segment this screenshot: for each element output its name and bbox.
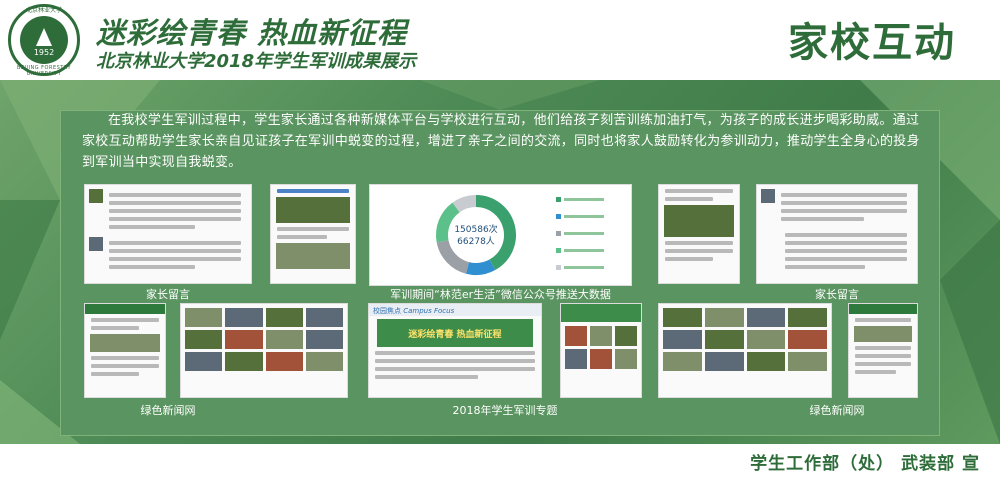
donut-slice — [466, 259, 496, 275]
news-photo — [590, 326, 612, 346]
logo-emblem: 1952 — [20, 16, 68, 64]
parent-message-screenshot-right-1 — [658, 184, 740, 284]
news-photo — [305, 352, 343, 371]
news-photo — [704, 308, 744, 327]
legend-label-line — [564, 249, 604, 252]
green-news-screenshot-left-2 — [180, 303, 348, 398]
news-photo — [265, 330, 303, 349]
news-photo — [615, 349, 637, 369]
intro-paragraph: 在我校学生军训过程中，学生家长通过各种新媒体平台与学校进行互动，他们给孩子刻苦训… — [82, 113, 920, 170]
news-photo — [185, 352, 223, 371]
news-photo — [590, 349, 612, 369]
news-photo — [788, 330, 827, 349]
parent-message-screenshot-right-2 — [756, 184, 918, 284]
training-photo — [664, 205, 734, 237]
campus-focus-tag: 校园焦点 — [373, 307, 401, 315]
tree-icon — [36, 28, 52, 46]
wechat-data-chart: 150586次 66278人 — [369, 184, 632, 286]
center-value-views: 150586次 — [454, 223, 497, 235]
center-value-users: 66278人 — [457, 236, 495, 247]
footer: 学生工作部（处） 武装部 宣 — [0, 444, 1000, 479]
logo-ring-bottom: BEIJING FORESTRY UNIVERSITY — [16, 65, 72, 77]
caption-wechat: 军训期间“林范er生活”微信公众号推送大数据 — [390, 288, 611, 301]
news-photo — [225, 308, 263, 327]
legend-label-line — [564, 266, 604, 269]
wechat-article-screenshot — [270, 184, 356, 284]
news-photo — [265, 308, 303, 327]
news-photo — [663, 308, 702, 327]
news-photo — [90, 334, 160, 352]
news-photo — [185, 308, 223, 327]
caption-parents-right: 家长留言 — [815, 288, 859, 301]
news-photo — [615, 326, 637, 346]
news-photo — [305, 330, 343, 349]
university-logo: 北京林业大学 1952 BEIJING FORESTRY UNIVERSITY — [8, 4, 80, 77]
news-photo — [788, 352, 827, 371]
military-training-special-screenshot: 校园焦点 Campus Focus 迷彩绘青春 热血新征程 — [368, 303, 542, 398]
legend-label-line — [564, 198, 604, 201]
news-photo — [788, 308, 827, 327]
green-news-screenshot-right-1 — [658, 303, 832, 398]
header: 北京林业大学 1952 BEIJING FORESTRY UNIVERSITY … — [0, 0, 1000, 80]
legend-swatch — [556, 214, 561, 219]
donut-slice — [452, 195, 477, 213]
section-title: 家校互动 — [788, 20, 956, 66]
news-photo — [305, 308, 343, 327]
news-photo — [663, 330, 702, 349]
footer-credit: 学生工作部（处） 武装部 宣 — [750, 454, 980, 474]
poster-title: 迷彩绘青春 热血新征程 — [96, 16, 408, 50]
legend-swatch — [556, 265, 561, 270]
news-photo — [225, 330, 263, 349]
news-photo — [225, 352, 263, 371]
green-news-screenshot-right-2 — [848, 303, 918, 398]
caption-special: 2018年学生军训专题 — [452, 404, 558, 417]
parent-message-screenshot-left — [84, 184, 252, 284]
news-photo — [746, 308, 786, 327]
avatar — [89, 237, 103, 251]
logo-year: 1952 — [33, 48, 55, 57]
special-banner-small — [561, 304, 641, 322]
news-photo — [565, 326, 587, 346]
logo-ring-top: 北京林业大学 — [25, 7, 62, 14]
news-photo — [746, 352, 786, 371]
avatar — [761, 189, 775, 203]
poster-subtitle: 北京林业大学2018年学生军训成果展示 — [96, 51, 417, 72]
green-news-screenshot-left-1 — [84, 303, 166, 398]
legend-label-line — [564, 215, 604, 218]
avatar — [89, 189, 103, 203]
legend-label-line — [564, 232, 604, 235]
legend-swatch — [556, 231, 561, 236]
training-photo — [276, 197, 350, 223]
news-photo — [854, 326, 912, 342]
special-banner: 迷彩绘青春 热血新征程 — [377, 319, 533, 347]
legend-swatch — [556, 248, 561, 253]
news-photo — [185, 330, 223, 349]
news-photo — [704, 330, 744, 349]
special-photo-grid — [560, 303, 642, 398]
news-photo — [704, 352, 744, 371]
news-photo — [565, 349, 587, 369]
caption-news-right: 绿色新闻网 — [809, 404, 865, 417]
legend-swatch — [556, 197, 561, 202]
caption-parents-left: 家长留言 — [146, 288, 190, 301]
campus-focus-tag-en: Campus Focus — [403, 307, 455, 315]
news-photo — [746, 330, 786, 349]
caption-news-left: 绿色新闻网 — [140, 404, 196, 417]
training-photo — [276, 243, 350, 269]
pie-chart: 150586次 66278人 — [436, 195, 604, 275]
news-photo — [265, 352, 303, 371]
news-photo — [663, 352, 702, 371]
